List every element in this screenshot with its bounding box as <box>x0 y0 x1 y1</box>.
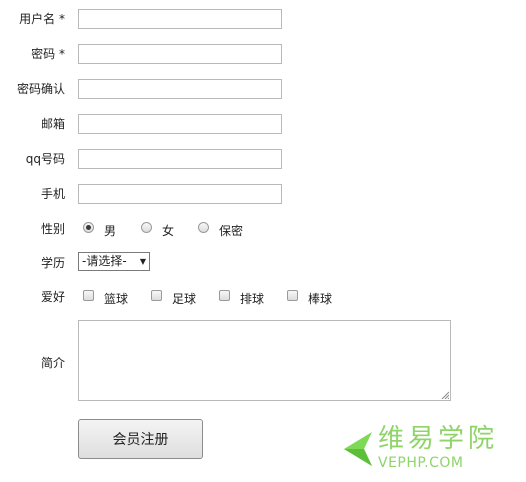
chevron-down-icon: ▼ <box>139 257 146 266</box>
education-select[interactable]: -请选择- ▼ <box>78 252 150 271</box>
username-label: 用户名 * <box>19 12 65 26</box>
password-confirm-label: 密码确认 <box>16 82 65 96</box>
watermark-brand-url: VEPHP.COM <box>378 455 464 471</box>
email-input[interactable] <box>78 114 282 134</box>
hobby-checkbox-volleyball[interactable] <box>219 290 230 301</box>
qq-label: qq号码 <box>25 152 65 166</box>
education-label: 学历 <box>40 256 65 270</box>
email-label: 邮箱 <box>40 117 65 131</box>
intro-textarea[interactable] <box>78 320 451 401</box>
hobby-checkbox-football[interactable] <box>151 290 162 301</box>
gender-option-secret-label: 保密 <box>219 224 244 238</box>
gender-radio-secret[interactable] <box>198 222 209 233</box>
phone-label: 手机 <box>40 187 65 201</box>
gender-option-male-label: 男 <box>104 224 117 238</box>
hobbies-label: 爱好 <box>40 290 65 304</box>
gender-radio-female[interactable] <box>141 222 152 233</box>
qq-input[interactable] <box>78 149 282 169</box>
password-label: 密码 * <box>31 47 65 61</box>
phone-input[interactable] <box>78 184 282 204</box>
gender-radio-male[interactable] <box>83 222 94 233</box>
hobby-basketball-label: 篮球 <box>104 292 129 306</box>
intro-label: 简介 <box>40 356 65 370</box>
hobby-checkbox-basketball[interactable] <box>83 290 94 301</box>
register-button[interactable]: 会员注册 <box>78 419 203 459</box>
password-input[interactable] <box>78 44 282 64</box>
username-input[interactable] <box>78 9 282 29</box>
gender-label: 性别 <box>40 222 65 236</box>
watermark-brand-cn: 维易学院 <box>378 424 499 454</box>
gender-option-female-label: 女 <box>162 224 175 238</box>
green-arrow-logo-icon <box>344 432 372 466</box>
hobby-baseball-label: 棒球 <box>308 292 333 306</box>
education-selected-value: -请选择- <box>82 254 127 268</box>
hobby-football-label: 足球 <box>172 292 197 306</box>
resize-grip-icon[interactable] <box>441 391 449 399</box>
hobby-volleyball-label: 排球 <box>240 292 265 306</box>
watermark: 维易学院 VEPHP.COM <box>334 422 516 476</box>
hobby-checkbox-baseball[interactable] <box>287 290 298 301</box>
password-confirm-input[interactable] <box>78 79 282 99</box>
